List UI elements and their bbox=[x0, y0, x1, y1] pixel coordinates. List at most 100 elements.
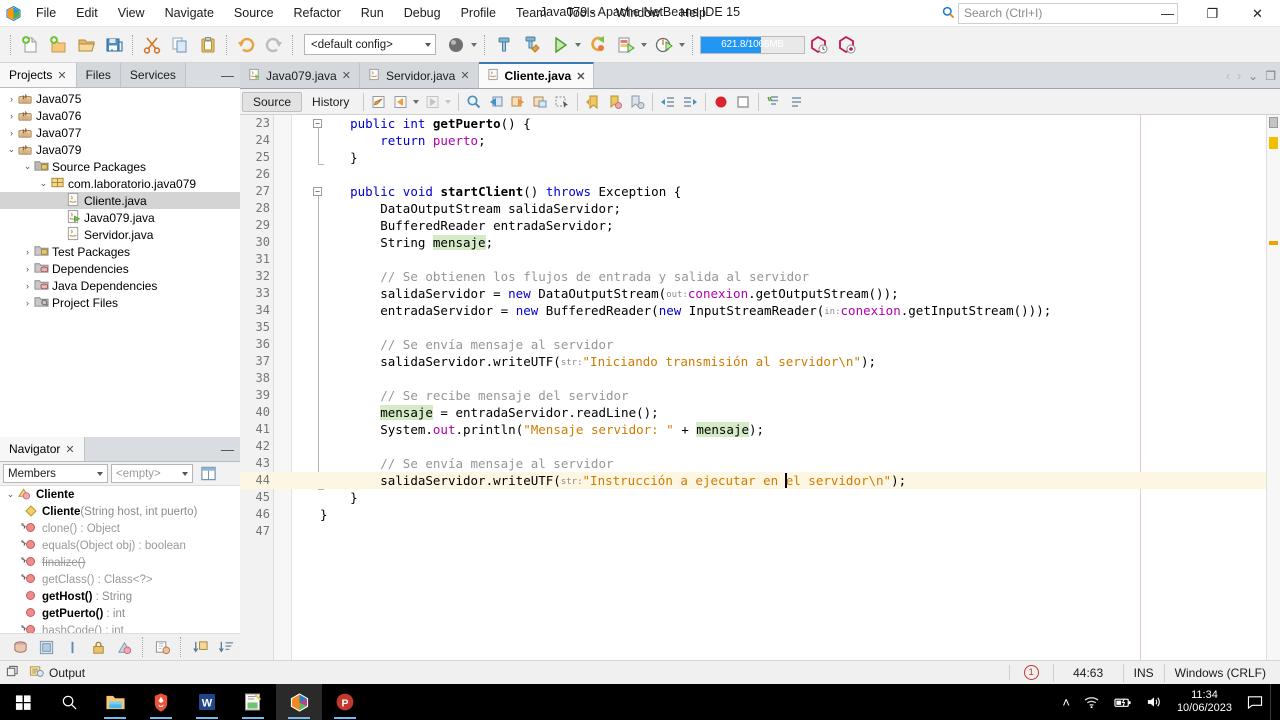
code-line[interactable]: 38 bbox=[240, 370, 1280, 387]
collapse-arrow-icon[interactable]: ⌄ bbox=[5, 489, 16, 500]
line-ending-mode[interactable]: Windows (CRLF) bbox=[1163, 663, 1280, 682]
tree-item-java075[interactable]: › Java075 bbox=[0, 90, 240, 107]
tree-item-java076[interactable]: › Java076 bbox=[0, 107, 240, 124]
tree-item-java079-java[interactable]: Java079.java bbox=[0, 209, 240, 226]
save-all-icon[interactable] bbox=[100, 31, 128, 59]
tab-list-dropdown-icon[interactable]: ⌄ bbox=[1248, 69, 1258, 83]
code-editor[interactable]: − − 23 public int getPuerto() {24 return… bbox=[240, 115, 1280, 660]
expand-arrow-icon[interactable]: › bbox=[6, 128, 17, 138]
code-line[interactable]: 41 System.out.println("Mensaje servidor:… bbox=[240, 421, 1280, 438]
tree-item-dependencies[interactable]: › Dependencies bbox=[0, 260, 240, 277]
menu-refactor[interactable]: Refactor bbox=[284, 2, 351, 24]
config-select[interactable]: <default config> bbox=[304, 34, 436, 55]
debug-project-icon[interactable] bbox=[584, 31, 612, 59]
navigator-class-row[interactable]: ⌄ Cliente bbox=[0, 486, 240, 503]
previous-occurrence-icon[interactable] bbox=[485, 91, 507, 113]
sort-alphabetic-icon[interactable] bbox=[112, 636, 136, 658]
restore-window-icon[interactable] bbox=[6, 665, 19, 681]
cut-icon[interactable] bbox=[138, 31, 166, 59]
navigator-member[interactable]: equals(Object obj) : boolean bbox=[0, 537, 240, 554]
debug-file-icon[interactable] bbox=[612, 31, 640, 59]
navigator-member[interactable]: getHost() : String bbox=[0, 588, 240, 605]
output-window-button[interactable]: Output bbox=[25, 662, 89, 684]
profile-history-icon[interactable] bbox=[805, 31, 833, 59]
code-line[interactable]: 36 // Se envía mensaje al servidor bbox=[240, 336, 1280, 353]
tree-item-java079[interactable]: ⌄ Java079 bbox=[0, 141, 240, 158]
navigator-layout-icon[interactable] bbox=[196, 463, 220, 485]
code-line[interactable]: 27 public void startClient() throws Exce… bbox=[240, 183, 1280, 200]
minimize-panel-button[interactable]: — bbox=[221, 63, 234, 87]
back-icon[interactable] bbox=[390, 91, 412, 113]
code-line[interactable]: 47 bbox=[240, 523, 1280, 540]
open-project-icon[interactable] bbox=[72, 31, 100, 59]
expand-arrow-icon[interactable]: › bbox=[22, 281, 33, 291]
expand-arrow-icon[interactable]: › bbox=[22, 264, 33, 274]
navigator-member[interactable]: finalize() bbox=[0, 554, 240, 571]
editor-app-icon[interactable] bbox=[230, 684, 276, 720]
brave-browser-icon[interactable] bbox=[138, 684, 184, 720]
new-file-icon[interactable] bbox=[16, 31, 44, 59]
stop-macro-icon[interactable] bbox=[732, 91, 754, 113]
scroll-tabs-right-icon[interactable]: › bbox=[1237, 69, 1241, 83]
stop-profile-icon[interactable] bbox=[833, 31, 861, 59]
code-line[interactable]: 30 String mensaje; bbox=[240, 234, 1280, 251]
close-icon[interactable]: ✕ bbox=[57, 69, 66, 82]
expand-arrow-icon[interactable]: › bbox=[6, 111, 17, 121]
sort-by-source-icon[interactable] bbox=[188, 636, 212, 658]
powerpoint-icon[interactable]: P bbox=[322, 684, 368, 720]
code-line[interactable]: 46} bbox=[240, 506, 1280, 523]
last-edit-icon[interactable] bbox=[368, 91, 390, 113]
taskbar-search-icon[interactable] bbox=[46, 684, 92, 720]
navigator-filter-select[interactable]: <empty> bbox=[111, 464, 193, 483]
new-project-icon[interactable] bbox=[44, 31, 72, 59]
menu-navigate[interactable]: Navigate bbox=[155, 2, 224, 24]
show-static-icon[interactable] bbox=[60, 636, 84, 658]
collapse-arrow-icon[interactable]: ⌄ bbox=[22, 161, 33, 172]
editor-tab-java079[interactable]: Java079.java ✕ bbox=[240, 63, 360, 88]
tree-item-test-packages[interactable]: › Test Packages bbox=[0, 243, 240, 260]
chevron-down-icon[interactable] bbox=[413, 99, 420, 104]
scrollbar-occurrence-mark[interactable] bbox=[1269, 241, 1278, 245]
navigator-view-select[interactable]: Members bbox=[3, 464, 108, 483]
menu-view[interactable]: View bbox=[108, 2, 155, 24]
memory-usage-bar[interactable]: 621.8/1066MB bbox=[700, 35, 805, 54]
toggle-breakpoint-icon[interactable] bbox=[710, 91, 732, 113]
menu-run[interactable]: Run bbox=[351, 2, 394, 24]
taskbar-clock[interactable]: 11:34 10/06/2023 bbox=[1169, 689, 1240, 715]
chevron-down-icon[interactable] bbox=[471, 42, 477, 47]
show-inherited-icon[interactable] bbox=[8, 636, 32, 658]
build-icon[interactable] bbox=[442, 31, 470, 59]
code-text[interactable]: 23 public int getPuerto() {24 return pue… bbox=[240, 115, 1280, 540]
tree-item-source-packages[interactable]: ⌄ Source Packages bbox=[0, 158, 240, 175]
expand-arrow-icon[interactable]: › bbox=[22, 298, 33, 308]
tab-services[interactable]: Services bbox=[120, 63, 186, 87]
paste-icon[interactable] bbox=[194, 31, 222, 59]
maximize-button[interactable]: ❐ bbox=[1190, 0, 1235, 27]
code-line[interactable]: 33 salidaServidor = new DataOutputStream… bbox=[240, 285, 1280, 302]
menu-window[interactable]: Window bbox=[606, 2, 670, 24]
shift-left-icon[interactable] bbox=[657, 91, 679, 113]
comment-icon[interactable] bbox=[763, 91, 785, 113]
minimize-button[interactable]: — bbox=[1145, 0, 1190, 27]
next-occurrence-icon[interactable] bbox=[507, 91, 529, 113]
volume-icon[interactable] bbox=[1139, 695, 1169, 709]
select-in-projects-icon[interactable] bbox=[551, 91, 573, 113]
editor-tab-servidor[interactable]: Servidor.java ✕ bbox=[359, 63, 479, 88]
collapse-arrow-icon[interactable]: ⌄ bbox=[6, 144, 17, 155]
word-icon[interactable]: W bbox=[184, 684, 230, 720]
code-line[interactable]: 28 DataOutputStream salidaServidor; bbox=[240, 200, 1280, 217]
clean-build-icon[interactable] bbox=[490, 31, 518, 59]
global-search[interactable]: Search (Ctrl+I) bbox=[938, 3, 1178, 24]
menu-source[interactable]: Source bbox=[224, 2, 284, 24]
file-explorer-icon[interactable] bbox=[92, 684, 138, 720]
code-line[interactable]: 42 bbox=[240, 438, 1280, 455]
notification-icon[interactable] bbox=[1240, 695, 1270, 709]
close-icon[interactable]: ✕ bbox=[65, 443, 74, 456]
scrollbar-warning-mark[interactable] bbox=[1269, 137, 1278, 149]
code-line[interactable]: 37 salidaServidor.writeUTF(str:"Iniciand… bbox=[240, 353, 1280, 370]
code-line[interactable]: 34 entradaServidor = new BufferedReader(… bbox=[240, 302, 1280, 319]
tab-files[interactable]: Files bbox=[76, 63, 121, 87]
show-non-public-icon[interactable] bbox=[86, 636, 110, 658]
menu-file[interactable]: File bbox=[26, 2, 66, 24]
chevron-down-icon[interactable] bbox=[575, 42, 581, 47]
